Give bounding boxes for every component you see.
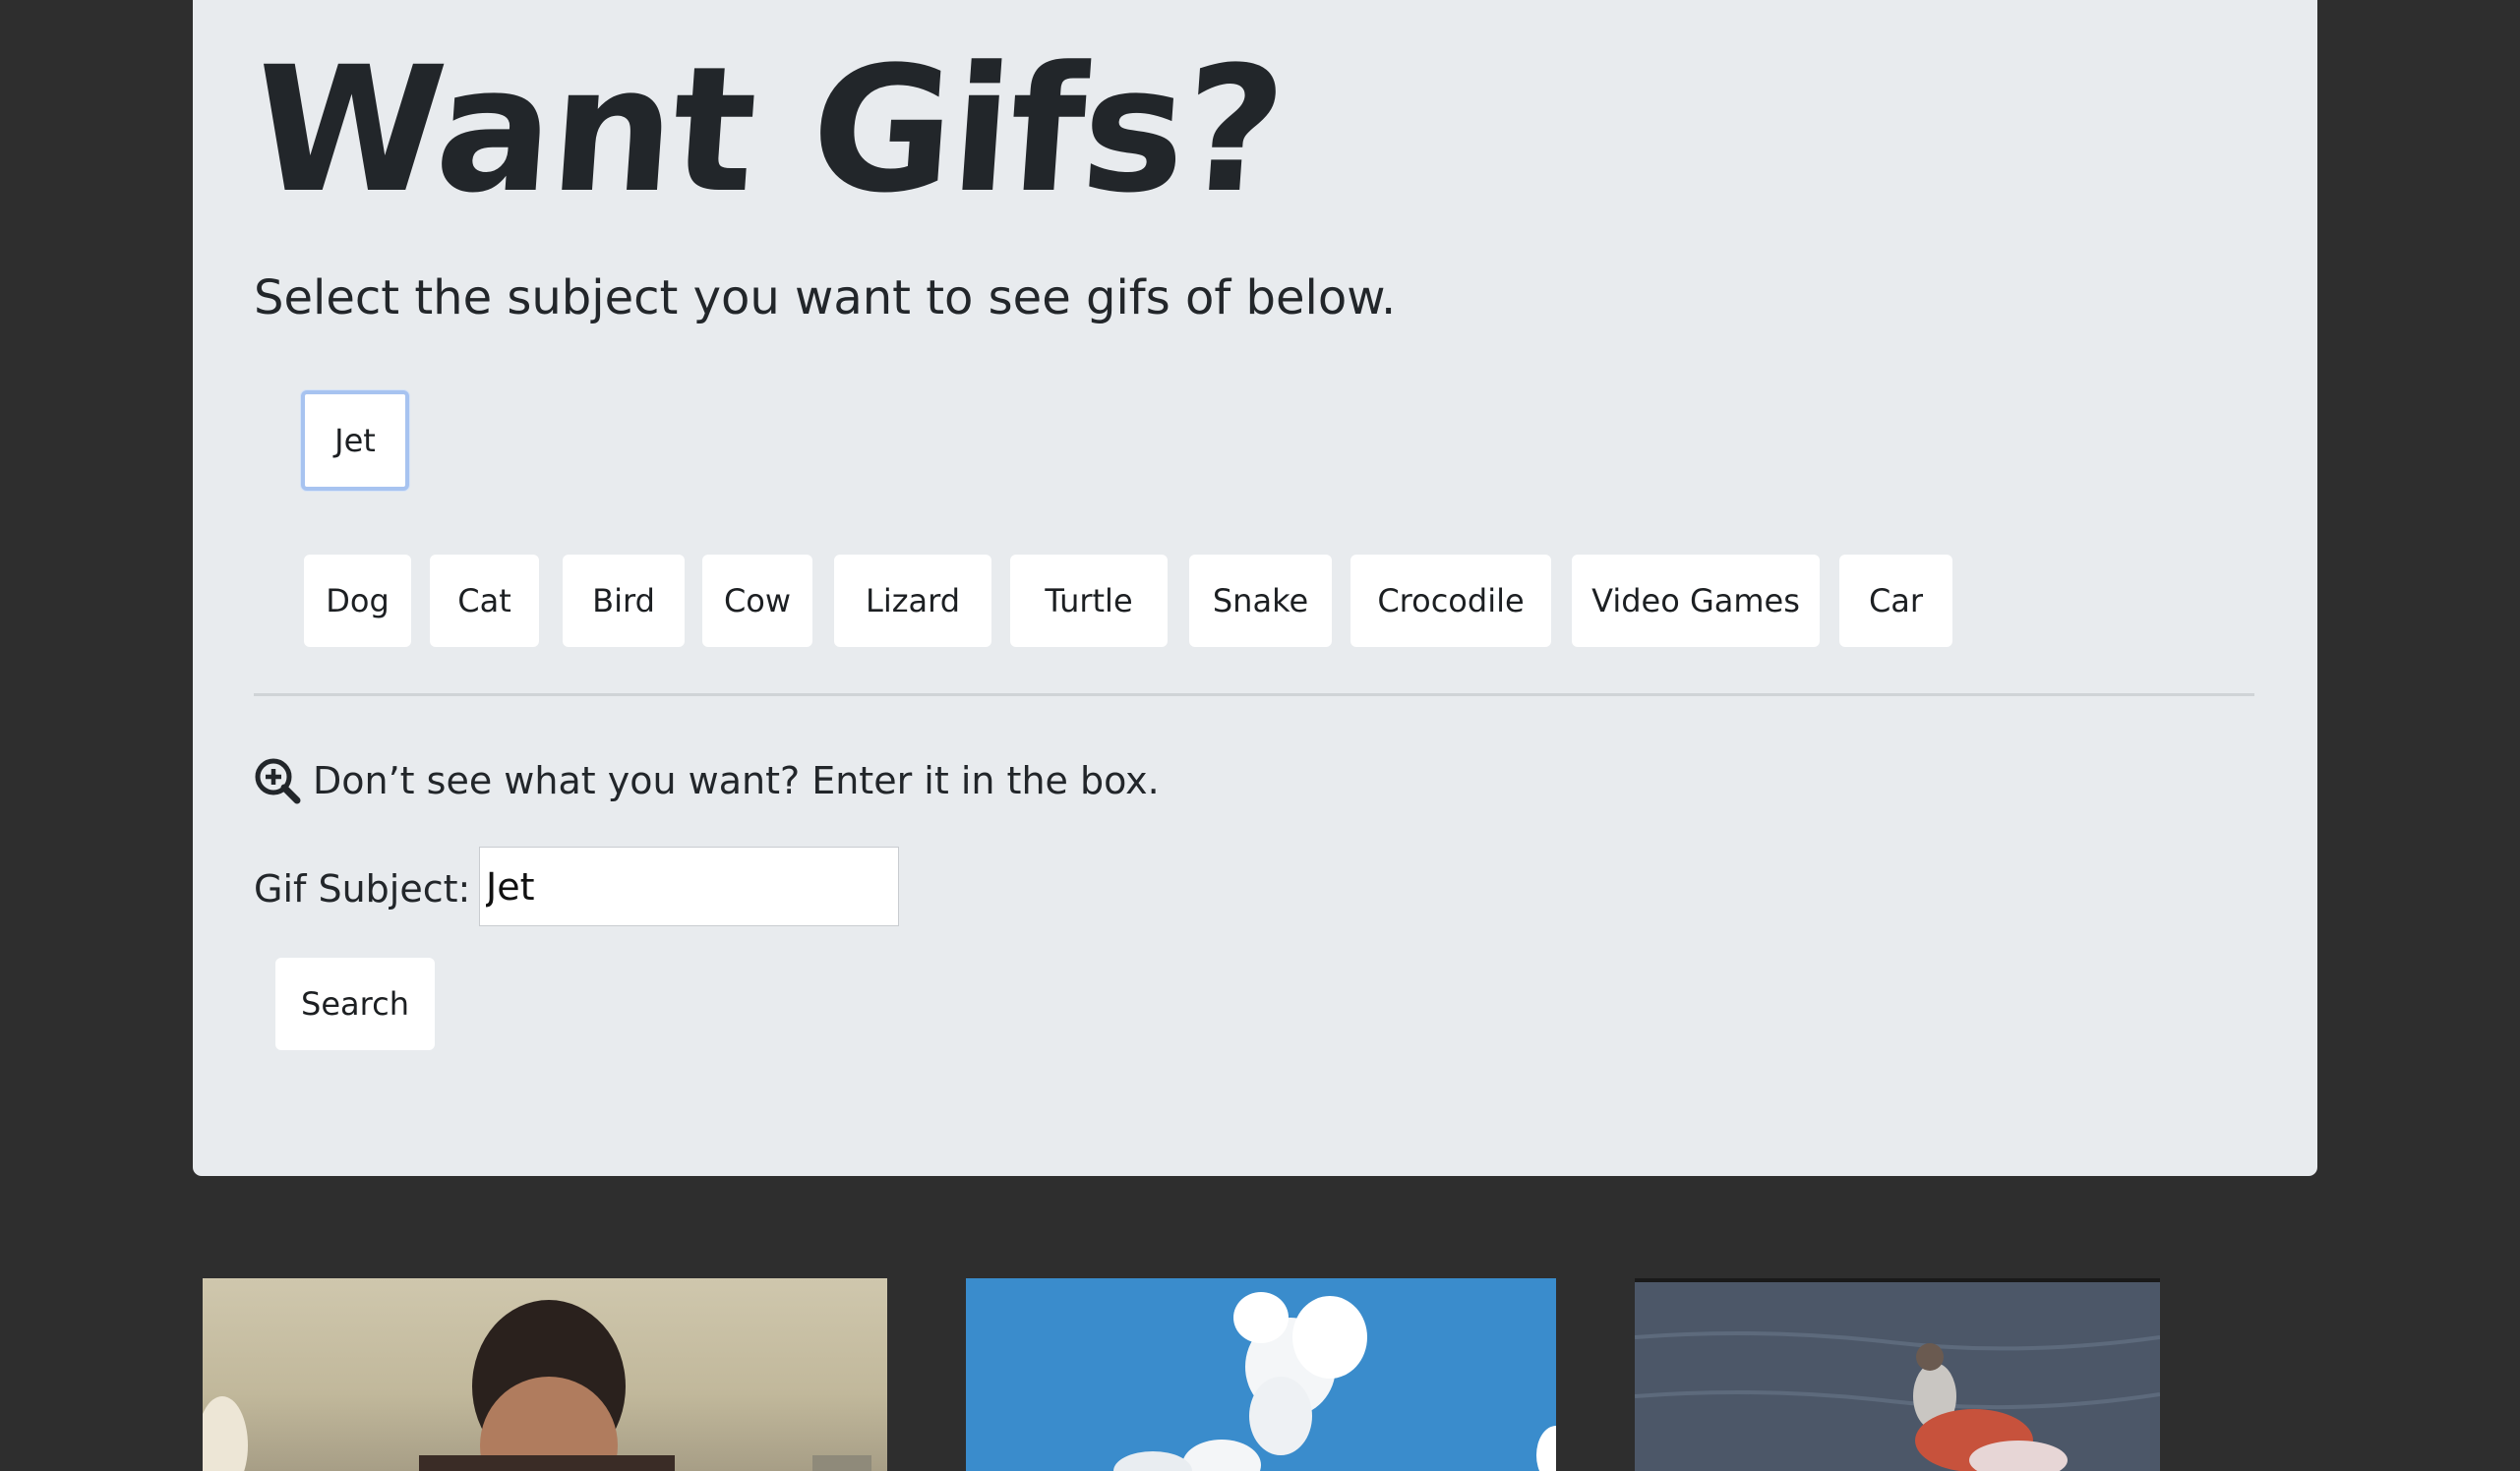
section-divider <box>254 693 2254 696</box>
gif-result-3[interactable] <box>1635 1278 2160 1471</box>
search-button[interactable]: Search <box>275 958 435 1050</box>
gif-image-person <box>203 1300 871 1471</box>
topic-button-car[interactable]: Car <box>1839 555 1952 647</box>
gif-result-2[interactable] <box>966 1278 1556 1471</box>
page-title: Want Gifs? <box>246 29 1290 231</box>
gif-image-jetski <box>1635 1278 2160 1471</box>
topic-button-jet[interactable]: Jet <box>301 390 409 491</box>
search-hint-text: Don’t see what you want? Enter it in the… <box>313 759 1160 802</box>
topic-button-bird[interactable]: Bird <box>563 555 685 647</box>
gif-image-cloud <box>1113 1292 1556 1471</box>
search-panel: Want Gifs? Select the subject you want t… <box>193 0 2317 1176</box>
topic-button-lizard[interactable]: Lizard <box>834 555 991 647</box>
topic-button-turtle[interactable]: Turtle <box>1010 555 1168 647</box>
topic-button-snake[interactable]: Snake <box>1189 555 1332 647</box>
zoom-in-icon <box>255 758 301 804</box>
gif-result-1[interactable] <box>203 1278 887 1471</box>
page-subtitle: Select the subject you want to see gifs … <box>254 270 1397 325</box>
topic-button-cow[interactable]: Cow <box>702 555 812 647</box>
gif-subject-label: Gif Subject: <box>254 867 471 911</box>
topic-button-cat[interactable]: Cat <box>430 555 539 647</box>
gif-subject-input[interactable] <box>479 847 899 926</box>
topic-button-video-games[interactable]: Video Games <box>1572 555 1820 647</box>
topic-button-crocodile[interactable]: Crocodile <box>1350 555 1551 647</box>
topic-button-dog[interactable]: Dog <box>304 555 411 647</box>
search-hint: Don’t see what you want? Enter it in the… <box>254 745 1160 816</box>
